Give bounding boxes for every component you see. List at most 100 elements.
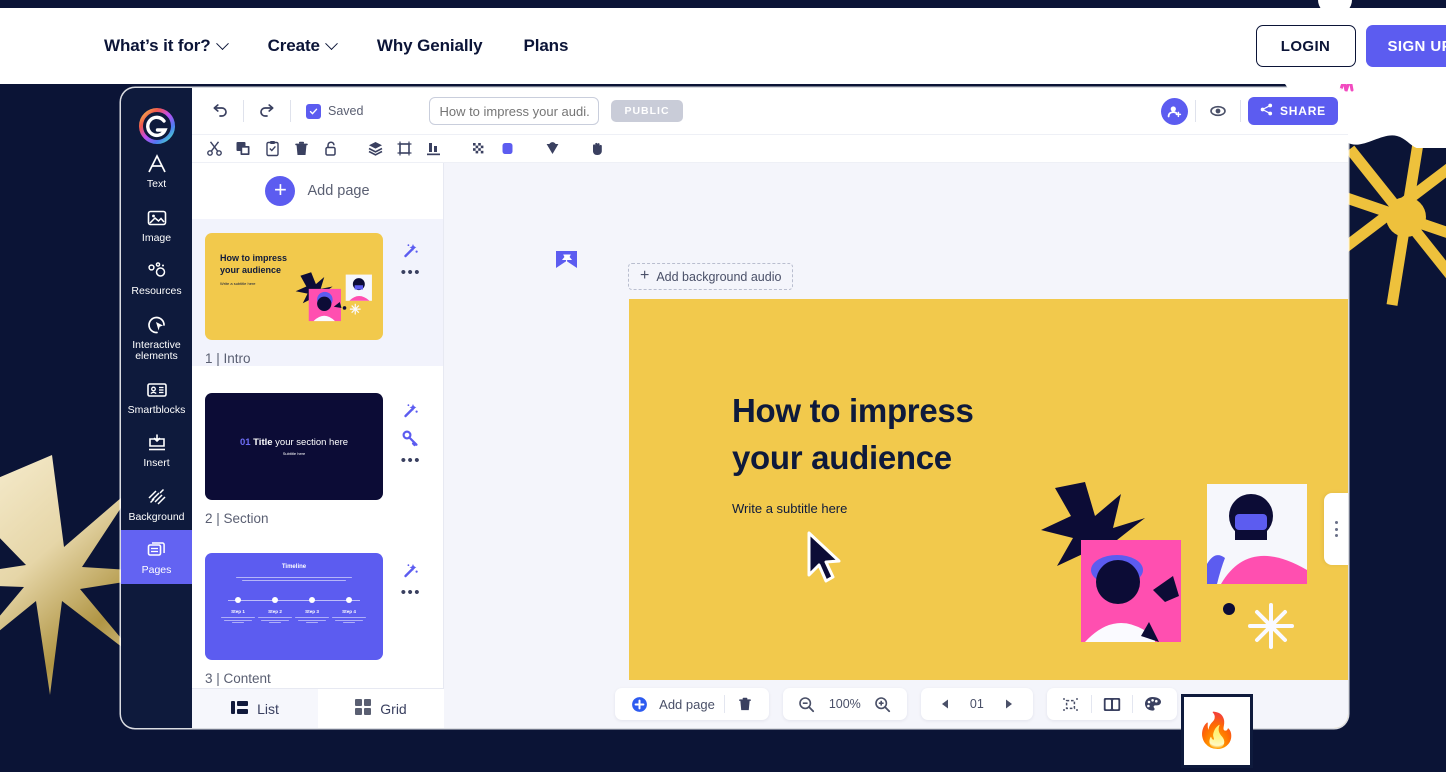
- signup-button[interactable]: SIGN UP: [1365, 25, 1446, 67]
- interactive-elements-icon: [145, 313, 169, 337]
- sidebar-item-insert[interactable]: Insert: [121, 423, 192, 477]
- page-list-item-3[interactable]: Timeline Step 1 Step 2 Step 3 Step 4 3 |…: [192, 539, 443, 686]
- add-background-audio-button[interactable]: + Add background audio: [628, 263, 794, 290]
- nav-link-label: Create: [267, 36, 320, 55]
- sidebar-item-label: Smartblocks: [127, 403, 186, 416]
- editor-topbar-actions: SHARE: [1160, 96, 1348, 126]
- align-icon[interactable]: [419, 137, 448, 161]
- pages-panel: + Add page How to impress your audience W…: [192, 163, 444, 728]
- page-label: 3 | Content: [205, 671, 271, 686]
- paste-icon[interactable]: [258, 137, 287, 161]
- delete-page-button[interactable]: [725, 688, 765, 720]
- editor-canvas[interactable]: + Add background audio How to impress yo…: [444, 163, 1348, 728]
- list-view-button[interactable]: List: [192, 689, 318, 728]
- prev-page-button[interactable]: [925, 688, 965, 720]
- panel-handle-icon[interactable]: [1324, 493, 1348, 565]
- nav-link-whats-it-for[interactable]: What’s it for?: [104, 36, 229, 56]
- smartblocks-icon: [145, 378, 169, 402]
- sidebar-item-label: Text: [146, 178, 167, 190]
- guides-icon: [1060, 693, 1082, 715]
- magic-wand-icon[interactable]: [402, 401, 420, 419]
- saved-status[interactable]: Saved: [306, 103, 363, 119]
- eye-icon[interactable]: [1203, 96, 1233, 126]
- sidebar-item-background[interactable]: Background: [121, 477, 192, 531]
- nav-link-plans[interactable]: Plans: [523, 36, 568, 56]
- nav-link-label: Why Genially: [376, 36, 483, 55]
- more-options-icon[interactable]: •••: [401, 265, 421, 280]
- share-button[interactable]: SHARE: [1247, 97, 1338, 125]
- nav-link-create[interactable]: Create: [267, 36, 338, 56]
- creation-title-input[interactable]: [429, 97, 600, 125]
- timeline-step-label: Step 1: [231, 609, 245, 614]
- add-page-label: Add page: [307, 183, 370, 199]
- two-pages-icon: [1101, 693, 1123, 715]
- nav-link-why-genially[interactable]: Why Genially: [377, 36, 483, 56]
- list-view-icon: [231, 700, 249, 718]
- page-label: 2 | Section: [205, 511, 269, 526]
- add-page-button-bottom[interactable]: Add page: [619, 688, 724, 720]
- slide-canvas[interactable]: How to impress your audience Write a sub…: [629, 299, 1348, 728]
- slide-illustration[interactable]: [1029, 472, 1329, 672]
- crop-icon[interactable]: [390, 137, 419, 161]
- pin-icon[interactable]: [556, 251, 577, 275]
- transparency-icon[interactable]: [464, 137, 493, 161]
- timeline-dot: [346, 596, 352, 603]
- slide-subtitle[interactable]: Write a subtitle here: [732, 501, 847, 516]
- guides-button[interactable]: [1051, 688, 1091, 720]
- more-options-icon[interactable]: •••: [401, 585, 421, 600]
- add-page-button[interactable]: + Add page: [192, 163, 443, 219]
- page-list-item-1[interactable]: How to impress your audience Write a subt…: [192, 219, 443, 366]
- magic-wand-icon[interactable]: [402, 561, 420, 579]
- thumb-intro-bg: How to impress your audience Write a subt…: [205, 233, 383, 340]
- sidebar-item-pages[interactable]: Pages: [121, 530, 192, 584]
- pages-view-switcher: List Grid: [192, 688, 444, 728]
- visibility-badge[interactable]: PUBLIC: [611, 100, 683, 122]
- sidebar-item-text[interactable]: Text: [121, 144, 192, 198]
- undo-icon[interactable]: [204, 95, 236, 127]
- zoom-in-button[interactable]: [863, 688, 903, 720]
- timeline-step-text: [292, 616, 332, 625]
- page-actions-3: •••: [401, 561, 421, 600]
- duplicate-icon[interactable]: [229, 137, 258, 161]
- magic-wand-icon[interactable]: [402, 241, 420, 259]
- key-icon[interactable]: [402, 429, 420, 447]
- next-page-icon: [998, 693, 1020, 715]
- hand-icon[interactable]: [583, 137, 612, 161]
- sidebar-item-label: Insert: [143, 457, 170, 469]
- text-icon: [145, 152, 169, 176]
- page-thumbnail-3[interactable]: Timeline Step 1 Step 2 Step 3 Step 4: [205, 553, 383, 660]
- login-button[interactable]: LOGIN: [1255, 25, 1356, 67]
- editor-left-rail: Text Image Resources Interactive element…: [121, 88, 192, 728]
- shape-icon[interactable]: [538, 137, 567, 161]
- fill-color-icon[interactable]: [493, 137, 522, 161]
- add-background-audio-label: Add background audio: [656, 269, 782, 284]
- theme-button[interactable]: [1133, 688, 1173, 720]
- nav-link-label: What’s it for?: [104, 36, 211, 55]
- grid-view-button[interactable]: Grid: [318, 689, 444, 728]
- more-options-icon[interactable]: •••: [401, 453, 421, 468]
- timeline-step-label: Step 3: [305, 609, 319, 614]
- delete-icon[interactable]: [287, 137, 316, 161]
- two-pages-button[interactable]: [1092, 688, 1132, 720]
- page-thumbnail-2[interactable]: 01 Title your section here Subtitle here: [205, 393, 383, 500]
- sidebar-item-image[interactable]: Image: [121, 198, 192, 252]
- cut-icon[interactable]: [200, 137, 229, 161]
- genially-logo-icon[interactable]: [138, 108, 175, 144]
- zoom-out-button[interactable]: [787, 688, 827, 720]
- site-navbar: What’s it for? Create Why Genially Plans…: [0, 8, 1446, 84]
- unlock-icon[interactable]: [316, 137, 345, 161]
- zoom-group: 100%: [782, 688, 907, 720]
- page-list-item-2[interactable]: 01 Title your section here Subtitle here…: [192, 379, 443, 526]
- slide-title[interactable]: How to impress your audience: [732, 387, 974, 481]
- add-user-icon[interactable]: [1160, 97, 1188, 125]
- layers-icon[interactable]: [361, 137, 390, 161]
- sidebar-item-smartblocks[interactable]: Smartblocks: [121, 370, 192, 424]
- sidebar-item-interactive-elements[interactable]: Interactive elements: [121, 305, 192, 370]
- page-thumbnail-1[interactable]: How to impress your audience Write a subt…: [205, 233, 383, 340]
- sidebar-item-resources[interactable]: Resources: [121, 251, 192, 305]
- redo-icon[interactable]: [251, 95, 283, 127]
- grid-view-label: Grid: [380, 700, 407, 717]
- trash-icon: [734, 693, 756, 715]
- next-page-button[interactable]: [989, 688, 1029, 720]
- sidebar-item-label: Resources: [131, 285, 182, 297]
